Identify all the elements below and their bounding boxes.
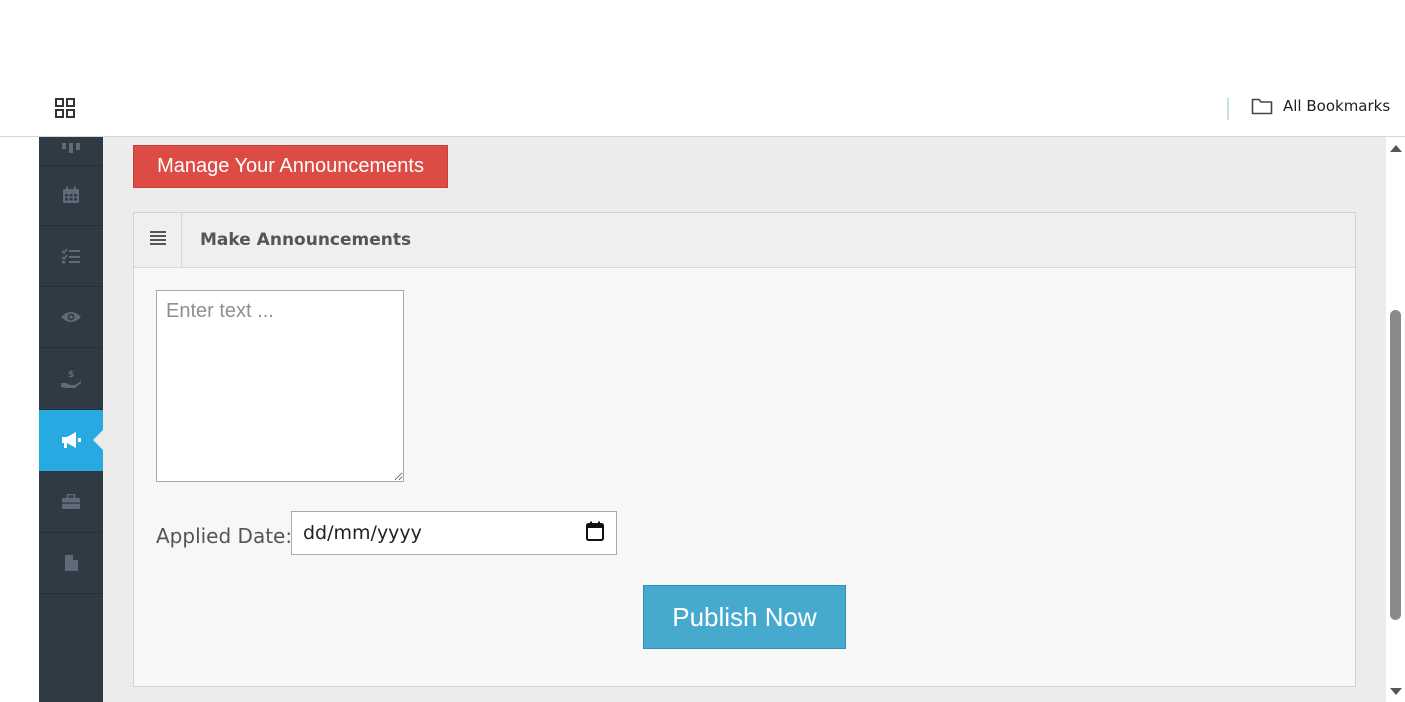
- sidebar-item-jobs[interactable]: [39, 472, 103, 533]
- page-scrollbar[interactable]: [1386, 137, 1405, 702]
- sidebar: $: [39, 137, 103, 702]
- scroll-up-arrow-icon[interactable]: [1390, 145, 1402, 152]
- active-indicator: [93, 430, 103, 450]
- announcement-textarea[interactable]: [156, 290, 404, 482]
- applied-date-label: Applied Date:: [156, 524, 293, 548]
- list-lines-icon: [149, 230, 166, 250]
- scroll-down-arrow-icon[interactable]: [1390, 688, 1402, 695]
- page-left-gutter: [0, 137, 39, 702]
- panel-header: Make Announcements: [134, 213, 1355, 268]
- sidebar-item-dashboard[interactable]: [39, 137, 103, 166]
- sidebar-item-tasks[interactable]: [39, 226, 103, 287]
- sidebar-item-calendar[interactable]: [39, 165, 103, 226]
- briefcase-icon: [61, 494, 81, 510]
- megaphone-icon: [60, 430, 82, 450]
- apps-grid-icon[interactable]: [55, 98, 75, 118]
- eye-icon: [60, 310, 82, 324]
- hand-dollar-icon: $: [60, 369, 82, 389]
- calendar-picker-icon[interactable]: [586, 521, 604, 546]
- scrollbar-thumb[interactable]: [1390, 310, 1401, 620]
- bookmarks-divider: [1227, 98, 1229, 120]
- panel-title: Make Announcements: [200, 230, 412, 250]
- file-icon: [64, 554, 79, 572]
- manage-announcements-button[interactable]: Manage Your Announcements: [133, 145, 448, 188]
- page-viewport: $ Manage Your Announcements Make Announc…: [0, 137, 1405, 702]
- sidebar-item-view[interactable]: [39, 287, 103, 348]
- bookmarks-bar: All Bookmarks: [0, 80, 1405, 137]
- applied-date-input[interactable]: dd/mm/yyyy: [291, 511, 617, 555]
- sidebar-item-payments[interactable]: $: [39, 349, 103, 410]
- sidebar-item-documents[interactable]: [39, 533, 103, 594]
- publish-now-button[interactable]: Publish Now: [643, 585, 846, 649]
- make-announcements-panel: Make Announcements Applied Date: dd/mm/y…: [133, 212, 1356, 687]
- all-bookmarks-label: All Bookmarks: [1283, 97, 1391, 115]
- date-placeholder: dd/mm/yyyy: [303, 522, 422, 544]
- folder-icon: [1251, 97, 1273, 115]
- svg-text:$: $: [68, 370, 74, 380]
- calendar-icon: [62, 186, 80, 204]
- sidebar-item-announcements[interactable]: [39, 410, 103, 471]
- all-bookmarks-button[interactable]: All Bookmarks: [1251, 97, 1390, 115]
- task-list-icon: [61, 248, 81, 264]
- panel-menu-button[interactable]: [134, 213, 182, 267]
- dashboard-icon: [61, 143, 81, 155]
